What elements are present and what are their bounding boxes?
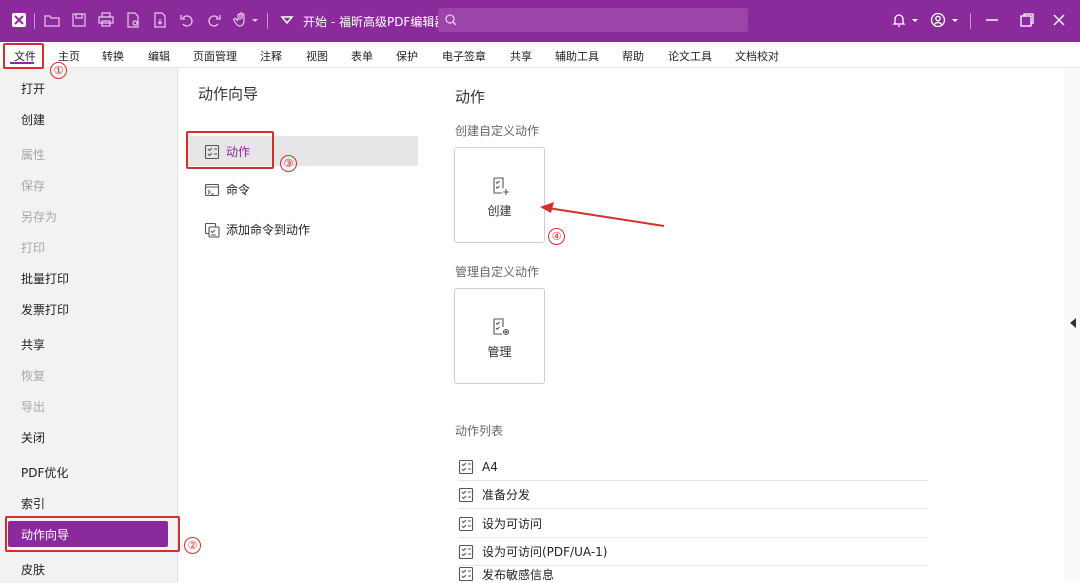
menu-proofread[interactable]: 文档校对 xyxy=(735,48,779,64)
menu-assistant-tools[interactable]: 辅助工具 xyxy=(555,48,599,64)
manage-section-title: 管理自定义动作 xyxy=(455,265,540,279)
action-list-title: 动作列表 xyxy=(455,424,504,438)
user-icon[interactable] xyxy=(929,11,947,29)
action-icon xyxy=(458,487,474,502)
add-command-icon xyxy=(204,222,220,238)
action-icon xyxy=(458,516,474,531)
content-title: 动作 xyxy=(455,88,486,106)
sidebar-item-create[interactable]: 创建 xyxy=(21,111,45,128)
annotation-number-1: ① xyxy=(50,62,67,79)
user-dropdown-icon[interactable] xyxy=(950,11,960,29)
sidebar-item-batch-print[interactable]: 批量打印 xyxy=(21,270,69,287)
action-list-item-label: 准备分发 xyxy=(482,488,531,502)
sidebar-item-share[interactable]: 共享 xyxy=(21,336,45,353)
wizard-panel-title: 动作向导 xyxy=(198,85,259,103)
sidebar-item-pdf-optimize[interactable]: PDF优化 xyxy=(21,464,68,481)
wizard-item-add-command[interactable]: 添加命令到动作 xyxy=(204,221,310,238)
toolbar-divider xyxy=(267,13,268,29)
title-bar: 开始 - 福昕高级PDF编辑器 xyxy=(0,0,1080,42)
wizard-item-command-label: 命令 xyxy=(226,183,251,197)
annotation-number-2: ② xyxy=(184,537,201,554)
annotation-number-4: ④ xyxy=(548,228,565,245)
action-list-item[interactable]: 准备分发 xyxy=(458,481,928,509)
sidebar-item-export[interactable]: 导出 xyxy=(21,398,45,415)
hand-tool-icon[interactable] xyxy=(232,11,250,29)
close-icon[interactable] xyxy=(1050,11,1068,29)
undo-icon[interactable] xyxy=(178,11,196,29)
menu-protect[interactable]: 保护 xyxy=(396,48,418,64)
annotation-box-action-wizard xyxy=(5,516,180,552)
print-icon[interactable] xyxy=(97,11,115,29)
menu-view[interactable]: 视图 xyxy=(306,48,328,64)
menu-share[interactable]: 共享 xyxy=(510,48,532,64)
customize-dropdown-icon[interactable] xyxy=(278,11,296,29)
action-list-item-label: 发布敏感信息 xyxy=(482,568,555,582)
create-section-title: 创建自定义动作 xyxy=(455,124,540,138)
menu-comment[interactable]: 注释 xyxy=(260,48,282,64)
manage-action-icon xyxy=(493,318,510,336)
action-list-item-label: A4 xyxy=(482,459,498,474)
menu-thesis-tools[interactable]: 论文工具 xyxy=(668,48,712,64)
menu-convert[interactable]: 转换 xyxy=(102,48,124,64)
file-icon[interactable] xyxy=(124,11,142,29)
bell-icon[interactable] xyxy=(890,11,908,29)
manage-action-button[interactable]: 管理 xyxy=(454,288,545,384)
minimize-icon[interactable] xyxy=(983,11,1001,29)
sidebar-item-print[interactable]: 打印 xyxy=(21,239,45,256)
action-icon xyxy=(458,544,474,559)
toolbar-divider xyxy=(34,13,35,29)
wizard-item-add-command-label: 添加命令到动作 xyxy=(226,223,311,237)
sidebar-item-save-as[interactable]: 另存为 xyxy=(21,208,57,225)
sidebar-item-save[interactable]: 保存 xyxy=(21,177,45,194)
sidebar-item-invoice-print[interactable]: 发票打印 xyxy=(21,301,69,318)
search-icon xyxy=(445,14,457,26)
window-title: 开始 - 福昕高级PDF编辑器 xyxy=(303,15,447,29)
sidebar-item-recover[interactable]: 恢复 xyxy=(21,367,45,384)
sidebar-item-index[interactable]: 索引 xyxy=(21,495,45,512)
menu-page-management[interactable]: 页面管理 xyxy=(193,48,237,64)
create-action-icon xyxy=(493,177,509,195)
sidebar-item-properties[interactable]: 属性 xyxy=(21,146,45,163)
manage-action-label: 管理 xyxy=(487,345,512,359)
action-list-item[interactable]: A4 xyxy=(458,453,928,481)
menu-e-signature[interactable]: 电子签章 xyxy=(442,48,486,64)
wizard-item-command[interactable]: 命令 xyxy=(204,181,250,198)
collapse-panel-icon[interactable] xyxy=(1070,318,1076,328)
action-list-item[interactable]: 设为可访问 xyxy=(458,510,928,538)
window-controls-divider xyxy=(970,13,971,29)
action-icon xyxy=(458,459,474,474)
command-icon xyxy=(204,183,220,196)
redo-icon[interactable] xyxy=(205,11,223,29)
sidebar-item-skin[interactable]: 皮肤 xyxy=(21,561,45,578)
action-icon xyxy=(458,566,474,582)
action-list-item[interactable]: 设为可访问(PDF/UA-1) xyxy=(458,538,928,566)
sidebar-item-close[interactable]: 关闭 xyxy=(21,429,45,446)
annotation-box-action xyxy=(186,131,274,169)
menu-form[interactable]: 表单 xyxy=(351,48,373,64)
app-logo-icon[interactable] xyxy=(10,11,28,29)
open-folder-icon[interactable] xyxy=(43,11,61,29)
sidebar-item-open[interactable]: 打开 xyxy=(21,80,45,97)
action-list-item-label: 设为可访问 xyxy=(482,517,543,531)
menu-bar: 文件 主页 转换 编辑 页面管理 注释 视图 表单 保护 电子签章 共享 辅助工… xyxy=(0,42,1080,68)
action-list-item[interactable]: 发布敏感信息 xyxy=(458,566,928,583)
action-list-item-label: 设为可访问(PDF/UA-1) xyxy=(482,545,608,559)
file-export-icon[interactable] xyxy=(151,11,169,29)
dropdown-icon[interactable] xyxy=(250,11,260,29)
annotation-box-file-menu xyxy=(3,43,44,69)
menu-help[interactable]: 帮助 xyxy=(622,48,644,64)
save-icon[interactable] xyxy=(70,11,88,29)
restore-icon[interactable] xyxy=(1018,11,1036,29)
annotation-arrow xyxy=(540,202,665,227)
menu-edit[interactable]: 编辑 xyxy=(148,48,170,64)
bell-dropdown-icon[interactable] xyxy=(910,11,920,29)
search-input[interactable] xyxy=(438,8,748,32)
annotation-number-3: ③ xyxy=(280,155,297,172)
